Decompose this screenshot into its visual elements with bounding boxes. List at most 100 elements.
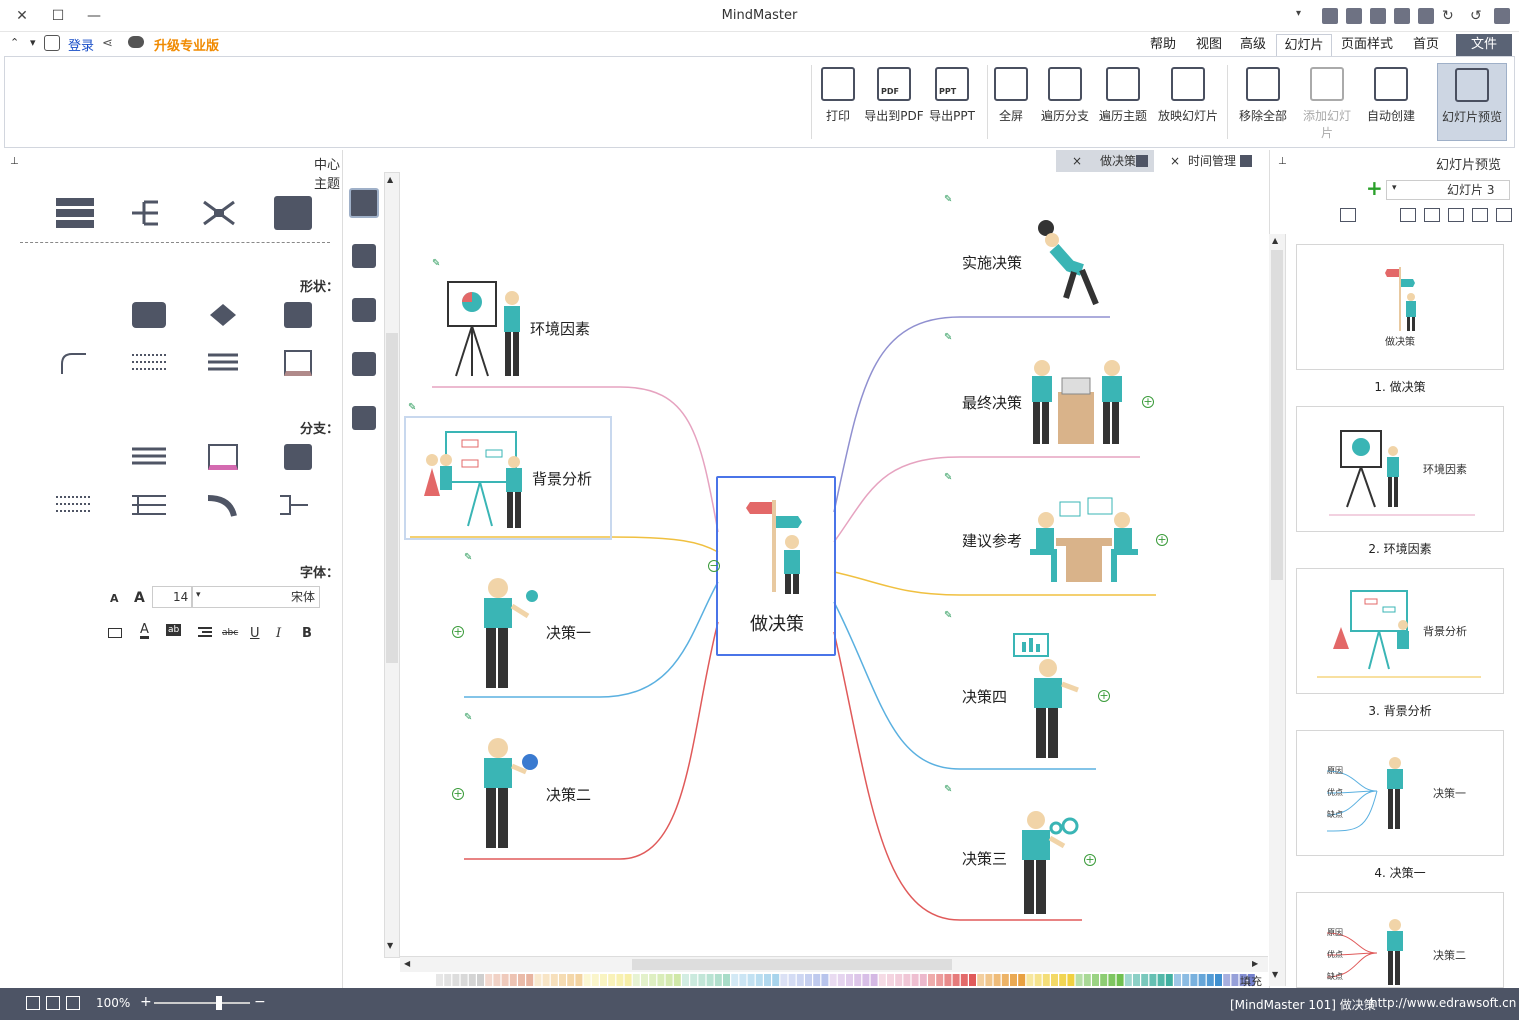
tab-advanced[interactable]: 高级: [1232, 34, 1274, 56]
color-swatch[interactable]: [1141, 974, 1149, 986]
color-swatch[interactable]: [985, 974, 993, 986]
color-swatch[interactable]: [772, 974, 780, 986]
scrollbar-thumb[interactable]: [632, 959, 952, 970]
add-slide-button[interactable]: 添加幻灯片: [1299, 63, 1355, 141]
color-swatch[interactable]: [1001, 974, 1009, 986]
share-icon[interactable]: ⋖: [102, 36, 113, 51]
color-swatch[interactable]: [1042, 974, 1050, 986]
print-icon[interactable]: [1346, 8, 1362, 24]
collapse-toggle[interactable]: −: [708, 560, 720, 572]
color-swatch[interactable]: [1231, 974, 1239, 986]
color-swatch[interactable]: [755, 974, 763, 986]
zoom-in-button[interactable]: +: [140, 994, 152, 1010]
color-swatch[interactable]: [1026, 974, 1034, 986]
scroll-down-icon[interactable]: ▼: [1272, 970, 1278, 979]
print-button[interactable]: 打印: [813, 63, 863, 141]
expand-toggle[interactable]: +: [1084, 854, 1096, 866]
color-swatch[interactable]: [1018, 974, 1026, 986]
tab-slideshow[interactable]: 幻灯片: [1276, 34, 1332, 56]
topic-background-selected[interactable]: 背景分析: [404, 416, 612, 540]
color-swatch[interactable]: [1116, 974, 1124, 986]
open-icon[interactable]: [1418, 8, 1434, 24]
topic-decision-three[interactable]: 决策三: [962, 848, 1007, 869]
save-icon[interactable]: [1370, 8, 1386, 24]
italic-button[interactable]: I: [276, 626, 281, 641]
color-swatch[interactable]: [518, 974, 525, 986]
slide-thumbnail[interactable]: 原因 优点 缺点 决策二: [1296, 892, 1504, 988]
color-swatch[interactable]: [895, 974, 903, 986]
font-grow-button[interactable]: A: [134, 590, 145, 606]
color-swatch[interactable]: [542, 974, 550, 986]
note-icon[interactable]: ✎: [944, 472, 958, 484]
zoom-slider[interactable]: [154, 996, 250, 1010]
color-swatch[interactable]: [846, 974, 853, 986]
upgrade-link[interactable]: 升级专业版: [154, 35, 219, 54]
color-swatch[interactable]: [1075, 974, 1083, 986]
color-swatch[interactable]: [444, 974, 452, 986]
tab-home[interactable]: 首页: [1402, 34, 1450, 56]
color-swatch[interactable]: [460, 974, 468, 986]
color-swatch[interactable]: [878, 974, 886, 986]
color-swatch[interactable]: [1067, 974, 1075, 986]
color-swatch[interactable]: [919, 974, 927, 986]
color-swatch[interactable]: [903, 974, 911, 986]
color-swatch[interactable]: [600, 974, 607, 986]
shirt-icon[interactable]: [44, 35, 60, 51]
layout-radial-icon[interactable]: [200, 198, 238, 228]
branch-style-icon[interactable]: [132, 492, 166, 518]
color-swatch[interactable]: [1198, 974, 1206, 986]
color-swatch[interactable]: [813, 974, 821, 986]
color-swatch[interactable]: [550, 974, 558, 986]
color-swatch[interactable]: [928, 974, 935, 986]
note-icon[interactable]: ✎: [408, 402, 422, 414]
palette-swatches[interactable]: [436, 972, 1276, 988]
slide-tool-icon[interactable]: [1496, 208, 1512, 222]
expand-toggle[interactable]: +: [1098, 690, 1110, 702]
color-swatch[interactable]: [731, 974, 739, 986]
bold-button[interactable]: B: [302, 626, 312, 641]
color-swatch[interactable]: [796, 974, 804, 986]
fullscreen-icon[interactable]: [66, 996, 80, 1010]
color-swatch[interactable]: [1190, 974, 1198, 986]
color-swatch[interactable]: [821, 974, 829, 986]
color-swatch[interactable]: [1174, 974, 1181, 986]
close-tab-icon[interactable]: ×: [1170, 150, 1180, 172]
save-as-icon[interactable]: [1394, 8, 1410, 24]
color-swatch[interactable]: [624, 974, 632, 986]
color-swatch[interactable]: [1010, 974, 1017, 986]
pin-icon[interactable]: ⊥: [1278, 156, 1287, 167]
font-family-select[interactable]: 宋体: [192, 586, 320, 608]
slide-tool-icon[interactable]: [1400, 208, 1416, 222]
note-icon[interactable]: ✎: [432, 258, 446, 270]
color-swatch[interactable]: [649, 974, 657, 986]
slide-thumbnail[interactable]: 做决策: [1296, 244, 1504, 370]
scrollbar-thumb[interactable]: [1271, 250, 1283, 580]
tab-help[interactable]: 帮助: [1142, 34, 1184, 56]
zoom-slider-handle[interactable]: [216, 996, 222, 1010]
color-swatch[interactable]: [854, 974, 862, 986]
color-swatch[interactable]: [739, 974, 747, 986]
layout-list-icon[interactable]: [56, 196, 94, 230]
color-swatch[interactable]: [862, 974, 870, 986]
color-swatch[interactable]: [1034, 974, 1042, 986]
slide-tool-icon[interactable]: [1472, 208, 1488, 222]
color-swatch[interactable]: [559, 974, 566, 986]
doc-tab[interactable]: × 时间管理: [1156, 150, 1260, 172]
color-swatch[interactable]: [632, 974, 640, 986]
color-swatch[interactable]: [534, 974, 542, 986]
color-swatch[interactable]: [1083, 974, 1091, 986]
color-swatch[interactable]: [616, 974, 624, 986]
undo-icon[interactable]: ↺: [1470, 8, 1486, 24]
font-shrink-button[interactable]: A: [110, 592, 119, 605]
export-pdf-button[interactable]: PDF 导出到PDF: [863, 63, 925, 141]
fullscreen-button[interactable]: 全屏: [987, 63, 1035, 141]
highlight-button[interactable]: ab: [166, 624, 182, 636]
expand-toggle[interactable]: +: [1156, 534, 1168, 546]
scroll-down-icon[interactable]: ▼: [387, 941, 393, 950]
expand-toggle[interactable]: +: [452, 626, 464, 638]
color-swatch[interactable]: [698, 974, 706, 986]
scroll-right-icon[interactable]: ▶: [1252, 959, 1258, 968]
note-icon[interactable]: ✎: [944, 784, 958, 796]
color-swatch[interactable]: [485, 974, 493, 986]
color-swatch[interactable]: [805, 974, 812, 986]
